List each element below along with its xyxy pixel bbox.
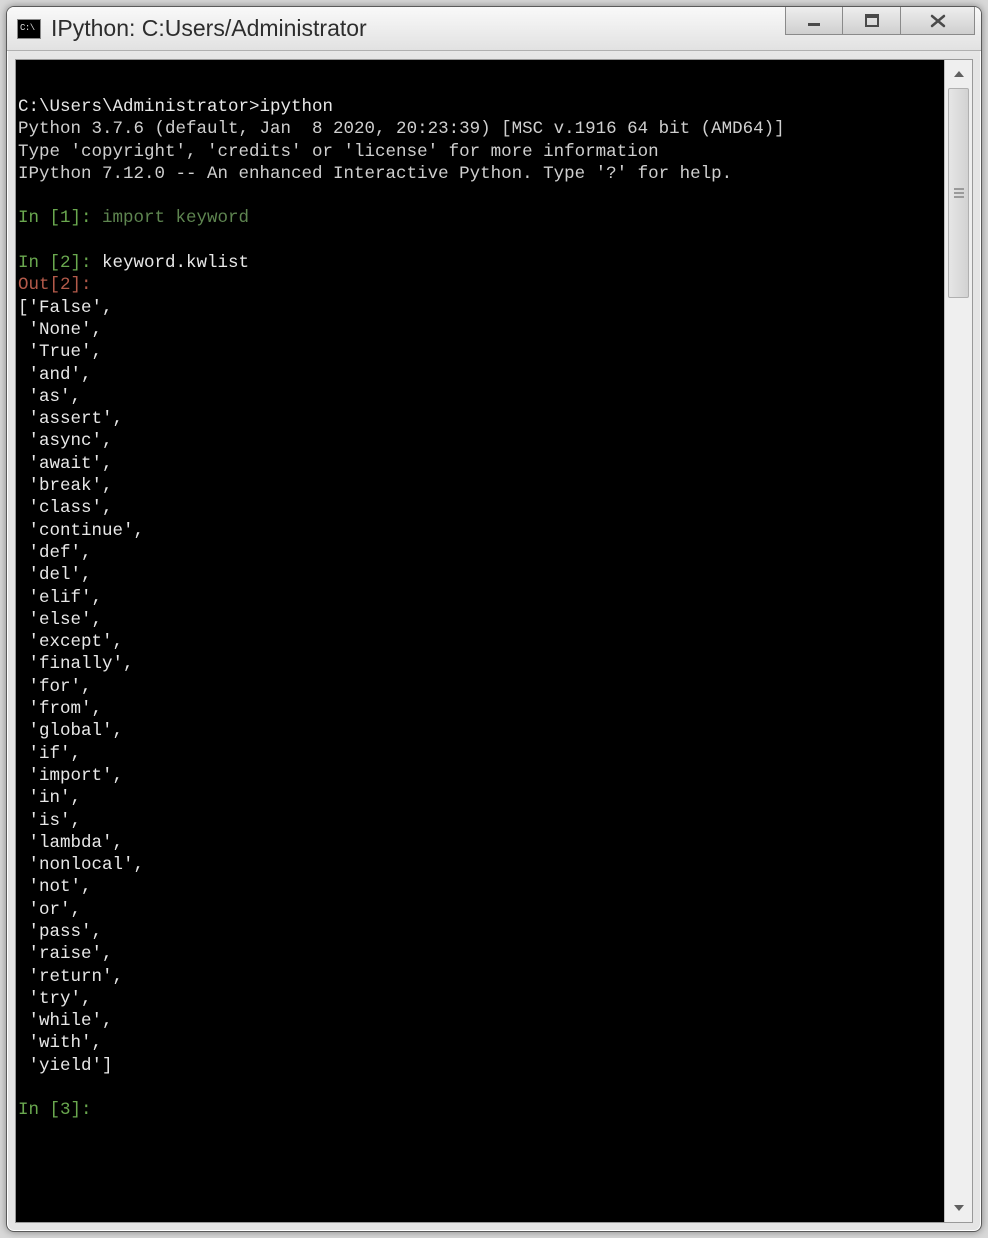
app-icon-label: C:\	[20, 24, 35, 33]
client-area: C:\Users\Administrator>ipython Python 3.…	[15, 59, 973, 1223]
minimize-button[interactable]	[785, 7, 843, 35]
window-controls	[785, 7, 981, 50]
close-icon	[930, 14, 946, 28]
chevron-down-icon	[954, 1205, 964, 1211]
chevron-up-icon	[954, 71, 964, 77]
close-button[interactable]	[901, 7, 975, 35]
app-icon: C:\	[17, 19, 41, 39]
scrollbar-grip-icon	[954, 186, 964, 200]
scrollbar-track[interactable]	[945, 88, 972, 1194]
window-title: IPython: C:Users/Administrator	[51, 15, 785, 42]
application-window: C:\ IPython: C:Users/Administrator C:\Us…	[6, 6, 982, 1232]
scroll-down-button[interactable]	[945, 1194, 972, 1222]
minimize-icon	[807, 14, 821, 28]
maximize-icon	[865, 14, 879, 28]
terminal-output[interactable]: C:\Users\Administrator>ipython Python 3.…	[16, 60, 944, 1222]
scroll-up-button[interactable]	[945, 60, 972, 88]
scrollbar-thumb[interactable]	[948, 88, 969, 298]
titlebar[interactable]: C:\ IPython: C:Users/Administrator	[7, 7, 981, 51]
vertical-scrollbar[interactable]	[944, 60, 972, 1222]
maximize-button[interactable]	[843, 7, 901, 35]
